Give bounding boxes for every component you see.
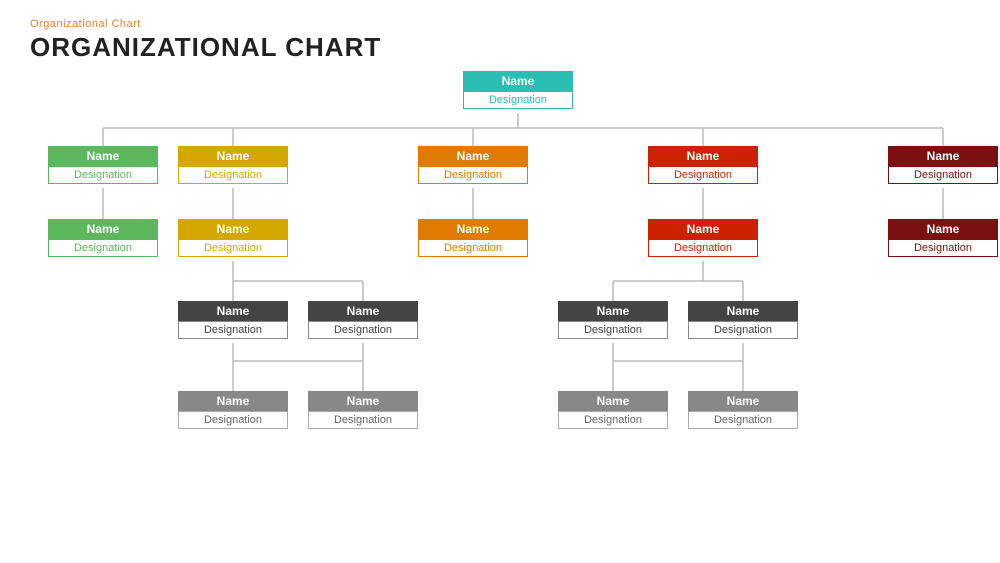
l4-node-4: Name Designation: [688, 391, 798, 429]
l4-node-4-name: Name: [688, 391, 798, 411]
l3-node-3: Name Designation: [558, 301, 668, 339]
l4-node-1: Name Designation: [178, 391, 288, 429]
l4-node-2-name: Name: [308, 391, 418, 411]
l3-node-3-name: Name: [558, 301, 668, 321]
l4-node-3-designation: Designation: [558, 411, 668, 429]
l2-node-3: Name Designation: [418, 219, 528, 257]
l2-node-3-name: Name: [418, 219, 528, 239]
l4-node-3: Name Designation: [558, 391, 668, 429]
l1-node-5-name: Name: [888, 146, 998, 166]
page-subtitle: Organizational Chart: [30, 18, 970, 30]
l3-node-1-name: Name: [178, 301, 288, 321]
l2-node-4-designation: Designation: [648, 239, 758, 257]
l1-node-3-name: Name: [418, 146, 528, 166]
l1-node-2: Name Designation: [178, 146, 288, 184]
l3-node-2: Name Designation: [308, 301, 418, 339]
l1-node-1: Name Designation: [48, 146, 158, 184]
l1-node-2-name: Name: [178, 146, 288, 166]
l1-node-4-designation: Designation: [648, 166, 758, 184]
l3-node-4-designation: Designation: [688, 321, 798, 339]
l3-node-4: Name Designation: [688, 301, 798, 339]
l1-node-4: Name Designation: [648, 146, 758, 184]
l2-node-4: Name Designation: [648, 219, 758, 257]
l1-node-1-name: Name: [48, 146, 158, 166]
root-node: Name Designation: [463, 71, 573, 109]
l4-node-3-name: Name: [558, 391, 668, 411]
connectors-svg: [30, 71, 970, 531]
root-node-designation: Designation: [463, 91, 573, 109]
l1-node-5-designation: Designation: [888, 166, 998, 184]
l2-node-1-name: Name: [48, 219, 158, 239]
l1-node-2-designation: Designation: [178, 166, 288, 184]
l2-node-2: Name Designation: [178, 219, 288, 257]
l3-node-2-name: Name: [308, 301, 418, 321]
l2-node-3-designation: Designation: [418, 239, 528, 257]
page: Organizational Chart ORGANIZATIONAL CHAR…: [0, 0, 1000, 563]
l3-node-2-designation: Designation: [308, 321, 418, 339]
l4-node-2: Name Designation: [308, 391, 418, 429]
l2-node-5-name: Name: [888, 219, 998, 239]
l2-node-1-designation: Designation: [48, 239, 158, 257]
l1-node-1-designation: Designation: [48, 166, 158, 184]
l3-node-1: Name Designation: [178, 301, 288, 339]
l3-node-4-name: Name: [688, 301, 798, 321]
chart-area: Name Designation Name Designation Name D…: [30, 71, 970, 531]
l2-node-4-name: Name: [648, 219, 758, 239]
l4-node-1-designation: Designation: [178, 411, 288, 429]
l4-node-2-designation: Designation: [308, 411, 418, 429]
l2-node-2-name: Name: [178, 219, 288, 239]
l2-node-2-designation: Designation: [178, 239, 288, 257]
l3-node-3-designation: Designation: [558, 321, 668, 339]
page-title: ORGANIZATIONAL CHART: [30, 32, 970, 63]
l4-node-4-designation: Designation: [688, 411, 798, 429]
l1-node-4-name: Name: [648, 146, 758, 166]
l3-node-1-designation: Designation: [178, 321, 288, 339]
l1-node-5: Name Designation: [888, 146, 998, 184]
l1-node-3: Name Designation: [418, 146, 528, 184]
l4-node-1-name: Name: [178, 391, 288, 411]
l2-node-1: Name Designation: [48, 219, 158, 257]
l2-node-5: Name Designation: [888, 219, 998, 257]
root-node-name: Name: [463, 71, 573, 91]
l2-node-5-designation: Designation: [888, 239, 998, 257]
l1-node-3-designation: Designation: [418, 166, 528, 184]
